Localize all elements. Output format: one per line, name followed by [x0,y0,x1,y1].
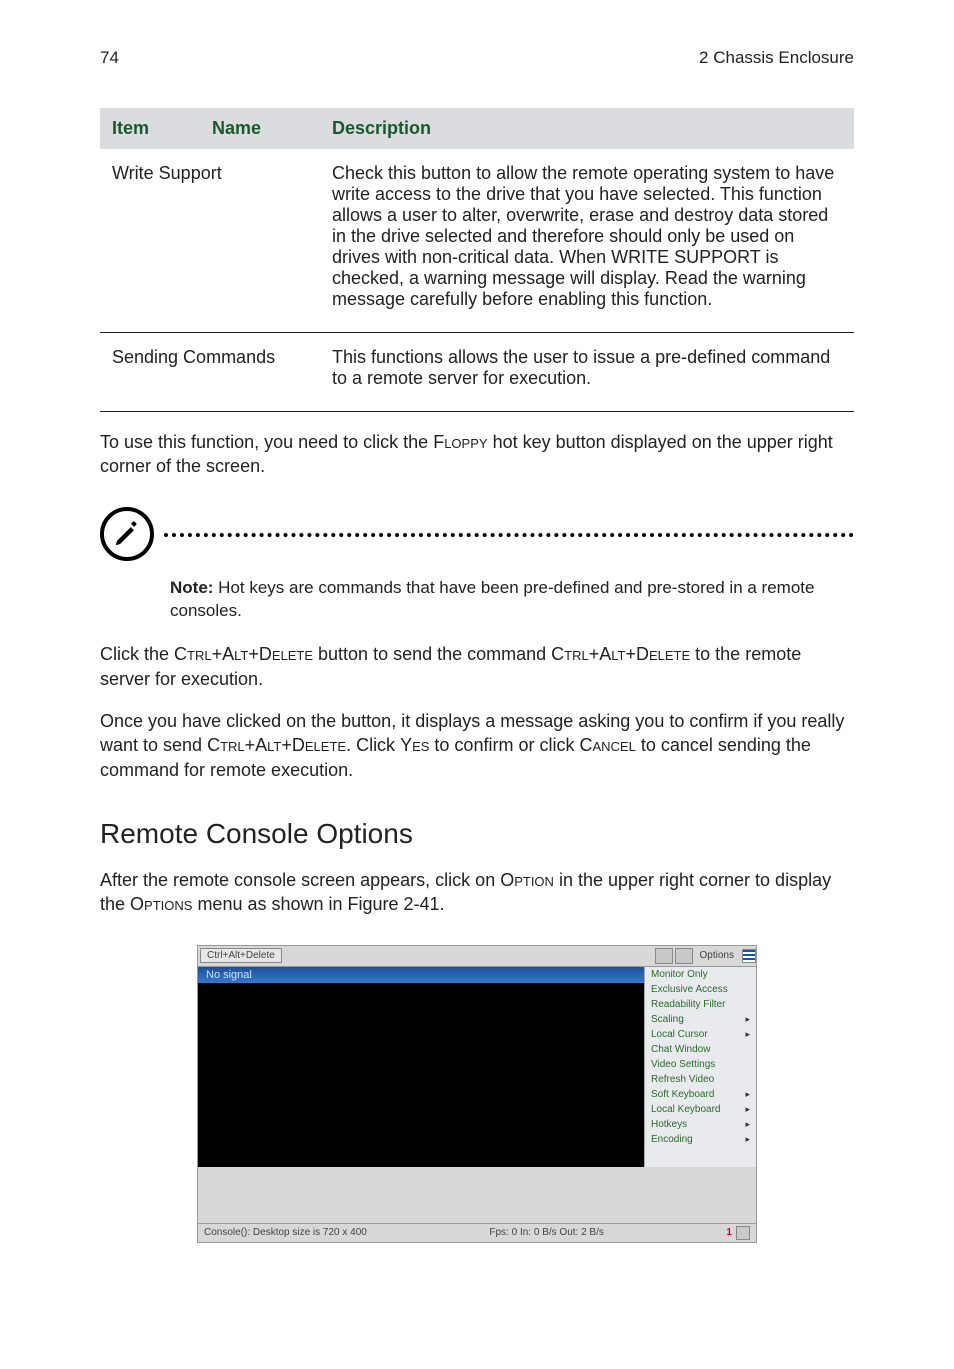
section-heading: Remote Console Options [100,818,854,850]
submenu-arrow-icon: ▸ [741,1014,750,1025]
table-row: Sending Commands This functions allows t… [100,333,854,412]
menu-label: Readability Filter [651,999,725,1010]
note-text: Note: Hot keys are commands that have be… [170,577,854,623]
options-menu: Monitor Only Exclusive Access Readabilit… [644,967,756,1167]
menu-item-chat-window[interactable]: Chat Window [645,1042,756,1057]
submenu-arrow-icon: ▸ [741,1104,750,1115]
paragraph: After the remote console screen appears,… [100,868,854,917]
status-mid: Fps: 0 In: 0 B/s Out: 2 B/s [489,1227,604,1238]
status-right: 1 [726,1226,750,1240]
remote-console-lower-area [197,1167,757,1223]
figure-screenshot: Ctrl+Alt+Delete Options No signal Monito… [100,945,854,1243]
menu-label: Hotkeys [651,1119,687,1130]
key-combo: Ctrl+Alt+Delete [174,644,313,664]
text: After the remote console screen appears,… [100,870,500,890]
menu-item-refresh-video[interactable]: Refresh Video [645,1072,756,1087]
text: button to send the command [313,644,551,664]
status-left: Console(): Desktop size is 720 x 400 [204,1227,367,1238]
text: to confirm or click [429,735,579,755]
remote-console-toolbar: Ctrl+Alt+Delete Options [197,945,757,967]
menu-label: Refresh Video [651,1074,714,1085]
menu-item-monitor-only[interactable]: Monitor Only [645,967,756,982]
menu-item-local-keyboard[interactable]: Local Keyboard ▸ [645,1102,756,1117]
submenu-arrow-icon: ▸ [741,1134,750,1145]
toolbar-icon[interactable] [655,948,673,964]
dotted-rule [164,533,854,537]
menu-label: Monitor Only [651,969,708,980]
paragraph: To use this function, you need to click … [100,430,854,479]
note-block [100,505,854,561]
menu-label: Encoding [651,1134,693,1145]
page-header: 74 2 Chassis Enclosure [100,48,854,68]
menu-item-hotkeys[interactable]: Hotkeys ▸ [645,1117,756,1132]
row-desc: Check this button to allow the remote op… [320,149,854,333]
menu-item-local-cursor[interactable]: Local Cursor ▸ [645,1027,756,1042]
remote-console-statusbar: Console(): Desktop size is 720 x 400 Fps… [197,1223,757,1243]
table-header-row: Item Name Description [100,108,854,149]
options-menu-icon[interactable] [742,949,756,963]
key-combo: Ctrl+Alt+Delete [207,735,346,755]
menu-item-scaling[interactable]: Scaling ▸ [645,1012,756,1027]
menu-item-soft-keyboard[interactable]: Soft Keyboard ▸ [645,1087,756,1102]
hotkey-name: Floppy [433,432,487,452]
table-row: Write Support Check this button to allow… [100,149,854,333]
button-name: Cancel [579,735,635,755]
pencil-icon [112,519,142,549]
status-icon [736,1226,750,1240]
menu-label: Soft Keyboard [651,1089,714,1100]
menu-label: Scaling [651,1014,684,1025]
submenu-arrow-icon: ▸ [741,1089,750,1100]
text: To use this function, you need to click … [100,432,433,452]
row-desc: This functions allows the user to issue … [320,333,854,412]
menu-item-exclusive-access[interactable]: Exclusive Access [645,982,756,997]
paragraph: Once you have clicked on the button, it … [100,709,854,782]
menu-item-video-settings[interactable]: Video Settings [645,1057,756,1072]
properties-table: Item Name Description Write Support Chec… [100,108,854,412]
chapter-title: 2 Chassis Enclosure [699,48,854,68]
menu-item-readability-filter[interactable]: Readability Filter [645,997,756,1012]
menu-label: Chat Window [651,1044,710,1055]
ui-name: Option [500,870,554,890]
options-button[interactable]: Options [694,948,740,963]
status-number: 1 [726,1227,734,1238]
row-name: Write Support [100,149,320,333]
text: . Click [346,735,400,755]
menu-label: Local Cursor [651,1029,708,1040]
text: Hot keys are commands that have been pre… [170,578,814,620]
th-item: Item [100,108,200,149]
key-combo: Ctrl+Alt+Delete [551,644,690,664]
no-signal-title: No signal [198,967,644,983]
ctrl-alt-delete-button[interactable]: Ctrl+Alt+Delete [200,948,282,963]
note-icon [100,505,164,561]
row-name: Sending Commands [100,333,320,412]
menu-label: Exclusive Access [651,984,728,995]
th-description: Description [320,108,854,149]
page-number: 74 [100,48,119,68]
paragraph: Click the Ctrl+Alt+Delete button to send… [100,642,854,691]
submenu-arrow-icon: ▸ [741,1029,750,1040]
menu-item-encoding[interactable]: Encoding ▸ [645,1132,756,1147]
text: Click the [100,644,174,664]
menu-label: Local Keyboard [651,1104,721,1115]
toolbar-icon[interactable] [675,948,693,964]
note-label: Note: [170,578,213,597]
th-name: Name [200,108,320,149]
ui-name: Options [130,894,192,914]
menu-label: Video Settings [651,1059,715,1070]
button-name: Yes [400,735,429,755]
text: menu as shown in Figure 2-41. [192,894,444,914]
submenu-arrow-icon: ▸ [741,1119,750,1130]
remote-console-canvas[interactable]: No signal [198,967,644,1167]
